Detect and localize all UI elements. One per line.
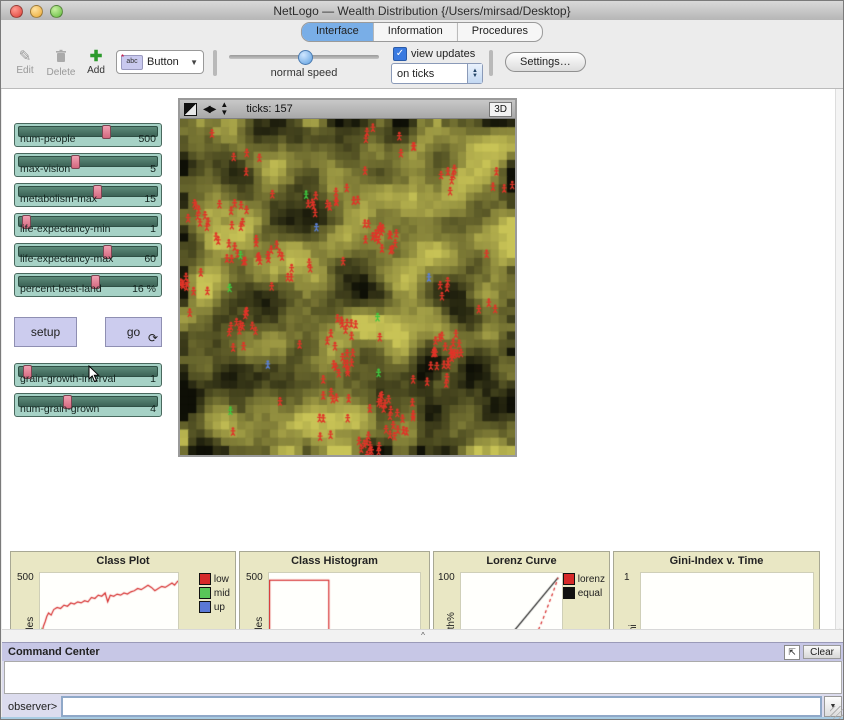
widget-type-dropdown[interactable]: abc Button ▼ xyxy=(116,50,204,74)
class-plot-legend: low mid up xyxy=(198,573,230,613)
lorenz-legend: lorenz equal xyxy=(562,573,605,599)
slider-value: 5 xyxy=(150,163,156,175)
slider-grain-growth-interval[interactable]: grain-growth-interval 1 xyxy=(14,363,162,387)
delete-button[interactable]: Delete xyxy=(43,49,79,78)
slider-life-expectancy-max[interactable]: life-expectancy-max 60 xyxy=(14,243,162,267)
slider-value: 15 xyxy=(144,193,156,205)
view-updates-label: view updates xyxy=(411,48,476,60)
update-mode-value: on ticks xyxy=(397,67,435,80)
command-center-splitter[interactable]: ^ xyxy=(2,629,843,643)
legend-swatch xyxy=(562,573,575,585)
legend-item-mid: mid xyxy=(198,587,230,599)
forever-icon: ⟳ xyxy=(147,331,158,345)
tab-bar: Interface Information Procedures xyxy=(1,20,843,43)
view-updates-checkbox[interactable]: ✓ view updates xyxy=(393,47,475,61)
slider-label: life-expectancy-min xyxy=(20,223,111,235)
vertical-arrows-icon[interactable]: ▲ ▼ xyxy=(220,101,228,117)
clear-button[interactable]: Clear xyxy=(803,645,841,659)
legend-swatch xyxy=(198,601,211,613)
trash-icon xyxy=(43,49,79,67)
pencil-icon: ✎ xyxy=(18,48,32,65)
view-3d-button[interactable]: 3D xyxy=(489,102,512,117)
world-canvas[interactable] xyxy=(180,119,515,455)
edit-button[interactable]: ✎ Edit xyxy=(11,48,39,77)
speed-slider[interactable] xyxy=(229,50,379,65)
slider-label: life-expectancy-max xyxy=(20,253,114,265)
speed-slider-thumb[interactable] xyxy=(298,50,313,65)
slider-value: 500 xyxy=(138,133,156,145)
slider-label: grain-growth-interval xyxy=(20,373,116,385)
slider-percent-best-land[interactable]: percent-best-land 16 % xyxy=(14,273,162,297)
detach-icon[interactable]: ⇱ xyxy=(784,644,801,660)
slider-num-people[interactable]: num-people 500 xyxy=(14,123,162,147)
tab-information[interactable]: Information xyxy=(374,23,458,41)
horizontal-arrows-icon[interactable]: ◀▶ xyxy=(203,104,216,115)
tab-procedures[interactable]: Procedures xyxy=(458,23,542,41)
slider-value: 16 % xyxy=(132,283,156,295)
slider-value: 60 xyxy=(144,253,156,265)
window-bottom-edge xyxy=(1,717,843,719)
command-input[interactable] xyxy=(61,696,822,717)
command-center-title: Command Center xyxy=(8,646,100,658)
command-input-row: observer> ▼ xyxy=(2,695,843,718)
legend-item-up: up xyxy=(198,601,230,613)
go-button[interactable]: go ⟳ xyxy=(105,317,162,347)
window-title: NetLogo — Wealth Distribution {/Users/mi… xyxy=(273,4,571,18)
slider-num-grain-grown[interactable]: num-grain-grown 4 xyxy=(14,393,162,417)
checkbox-checked-icon: ✓ xyxy=(393,47,407,61)
slider-life-expectancy-min[interactable]: life-expectancy-min 1 xyxy=(14,213,162,237)
vertical-scrollbar[interactable]: ▲▼ xyxy=(835,89,843,639)
legend-item-low: low xyxy=(198,573,230,585)
legend-item-lorenz: lorenz xyxy=(562,573,605,585)
widget-type-value: Button xyxy=(147,56,179,68)
title-bar: NetLogo — Wealth Distribution {/Users/mi… xyxy=(1,1,843,21)
button-widget-icon: abc xyxy=(121,52,143,70)
world-view-header: ◀▶ ▲ ▼ ticks: 157 3D xyxy=(180,100,515,119)
legend-item-equal: equal xyxy=(562,587,605,599)
slider-label: num-grain-grown xyxy=(20,403,100,415)
toolbar-separator xyxy=(213,50,217,76)
slider-label: num-people xyxy=(20,133,76,145)
resize-view-icon[interactable] xyxy=(184,102,197,116)
slider-metabolism-max[interactable]: metabolism-max 15 xyxy=(14,183,162,207)
update-mode-select[interactable]: on ticks ▲ ▼ xyxy=(391,63,483,84)
slider-label: percent-best-land xyxy=(20,283,102,295)
tab-interface[interactable]: Interface xyxy=(301,23,374,41)
slider-value: 4 xyxy=(150,403,156,415)
command-center-header: Command Center ⇱ Clear xyxy=(2,642,843,661)
netlogo-window: NetLogo — Wealth Distribution {/Users/mi… xyxy=(0,0,844,720)
interface-canvas: num-people 500 max-vision 5 metabolism-max 15… xyxy=(2,89,843,713)
command-output[interactable] xyxy=(4,661,842,694)
ticks-counter: ticks: 157 xyxy=(246,103,293,115)
plot-title: Gini-Index v. Time xyxy=(669,555,764,567)
plot-title: Lorenz Curve xyxy=(486,555,557,567)
slider-max-vision[interactable]: max-vision 5 xyxy=(14,153,162,177)
settings-button[interactable]: Settings… xyxy=(505,52,586,72)
toolbar: ✎ Edit Delete ✚ Add abc Button ▼ normal … xyxy=(1,43,843,89)
toolbar-separator xyxy=(489,50,493,76)
setup-button[interactable]: setup xyxy=(14,317,77,347)
legend-swatch xyxy=(562,587,575,599)
legend-swatch xyxy=(198,573,211,585)
slider-label: metabolism-max xyxy=(20,193,98,205)
speed-caption: normal speed xyxy=(270,67,338,79)
world-view: ◀▶ ▲ ▼ ticks: 157 3D xyxy=(178,98,517,457)
chevron-down-icon: ▼ xyxy=(190,57,198,67)
resize-grip[interactable] xyxy=(830,706,843,719)
slider-value: 1 xyxy=(150,373,156,385)
command-center: Command Center ⇱ Clear observer> ▼ xyxy=(2,642,843,719)
stepper-arrows-icon: ▲ ▼ xyxy=(467,64,482,83)
slider-label: max-vision xyxy=(20,163,71,175)
add-widget-button[interactable]: ✚ Add xyxy=(83,48,109,77)
tab-group: Interface Information Procedures xyxy=(300,22,544,42)
legend-swatch xyxy=(198,587,211,599)
plot-title: Class Histogram xyxy=(291,555,378,567)
plot-title: Class Plot xyxy=(96,555,150,567)
slider-value: 1 xyxy=(150,223,156,235)
plus-icon: ✚ xyxy=(89,48,103,65)
observer-prompt: observer> xyxy=(8,700,58,713)
